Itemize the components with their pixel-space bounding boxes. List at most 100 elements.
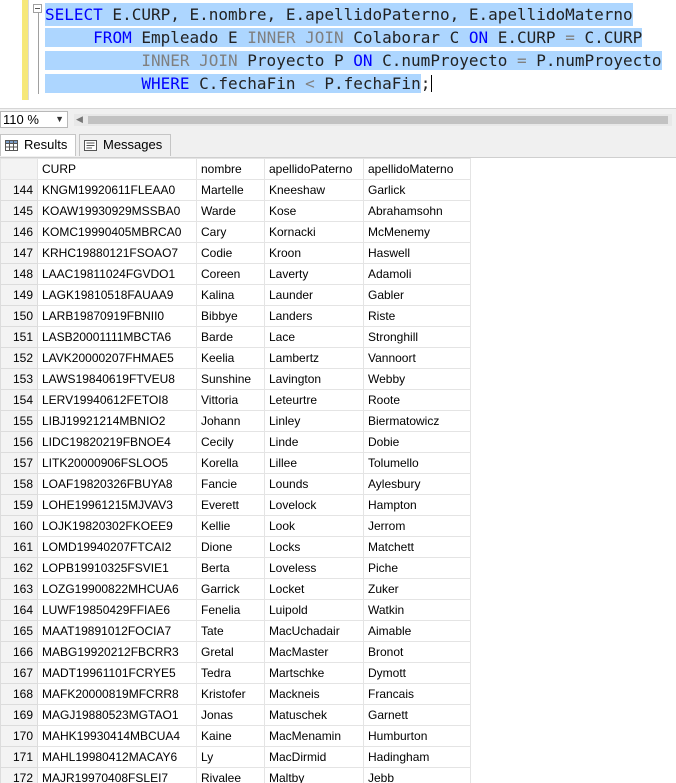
cell-curp[interactable]: LOHE19961215MJVAV3 <box>37 494 197 516</box>
cell-apellido-materno[interactable]: McMenemy <box>363 221 471 243</box>
scrollbar-thumb[interactable] <box>88 116 668 124</box>
cell-nombre[interactable]: Fenelia <box>196 599 265 621</box>
cell-curp[interactable]: MADT19961101FCRYE5 <box>37 662 197 684</box>
cell-apellido-paterno[interactable]: Mackneis <box>264 683 364 705</box>
cell-apellido-paterno[interactable]: Matuschek <box>264 704 364 726</box>
table-row[interactable]: 156 LIDC19820219FBNOE4 Cecily Linde Dobie <box>0 431 471 453</box>
cell-apellido-paterno[interactable]: Kneeshaw <box>264 179 364 201</box>
cell-nombre[interactable]: Johann <box>196 410 265 432</box>
table-row[interactable]: 144 KNGM19920611FLEAA0 Martelle Kneeshaw Gar… <box>0 179 471 201</box>
cell-nombre[interactable]: Cecily <box>196 431 265 453</box>
row-number[interactable]: 164 <box>0 599 38 621</box>
table-row[interactable]: 160 LOJK19820302FKOEE9 Kellie Look Jerrom <box>0 515 471 537</box>
cell-apellido-materno[interactable]: Aylesbury <box>363 473 471 495</box>
cell-apellido-paterno[interactable]: Kroon <box>264 242 364 264</box>
row-number[interactable]: 154 <box>0 389 38 411</box>
sql-line-3[interactable]: INNER JOIN Proyecto P ON C.numProyecto =… <box>45 49 662 72</box>
cell-curp[interactable]: LASB20001111MBCTA6 <box>37 326 197 348</box>
cell-curp[interactable]: LIDC19820219FBNOE4 <box>37 431 197 453</box>
cell-nombre[interactable]: Berta <box>196 557 265 579</box>
cell-apellido-materno[interactable]: Garnett <box>363 704 471 726</box>
cell-curp[interactable]: MAJR19970408FSLEI7 <box>37 767 197 783</box>
table-row[interactable]: 172 MAJR19970408FSLEI7 Rivalee Maltby Jebb <box>0 767 471 783</box>
row-number[interactable]: 171 <box>0 746 38 768</box>
cell-curp[interactable]: LOMD19940207FTCAI2 <box>37 536 197 558</box>
chevron-down-icon[interactable]: ▼ <box>55 112 64 127</box>
table-row[interactable]: 153 LAWS19840619FTVEU8 Sunshine Lavington We… <box>0 368 471 390</box>
table-row[interactable]: 150 LARB19870919FBNII0 Bibbye Landers Riste <box>0 305 471 327</box>
row-number[interactable]: 168 <box>0 683 38 705</box>
row-number[interactable]: 159 <box>0 494 38 516</box>
table-row[interactable]: 159 LOHE19961215MJVAV3 Everett Lovelock Hamp… <box>0 494 471 516</box>
table-row[interactable]: 154 LERV19940612FETOI8 Vittoria Leteurtre Ro… <box>0 389 471 411</box>
cell-nombre[interactable]: Cary <box>196 221 265 243</box>
table-row[interactable]: 171 MAHL19980412MACAY6 Ly MacDirmid Hadingha… <box>0 746 471 768</box>
row-number[interactable]: 152 <box>0 347 38 369</box>
cell-apellido-paterno[interactable]: Lovelock <box>264 494 364 516</box>
row-header-corner[interactable] <box>0 158 38 180</box>
row-number[interactable]: 151 <box>0 326 38 348</box>
table-row[interactable]: 165 MAAT19891012FOCIA7 Tate MacUchadair Aima… <box>0 620 471 642</box>
cell-apellido-paterno[interactable]: Landers <box>264 305 364 327</box>
zoom-dropdown[interactable]: 110 % ▼ <box>0 111 68 128</box>
cell-apellido-paterno[interactable]: MacMaster <box>264 641 364 663</box>
cell-apellido-paterno[interactable]: Maltby <box>264 767 364 783</box>
cell-nombre[interactable]: Tedra <box>196 662 265 684</box>
cell-nombre[interactable]: Ly <box>196 746 265 768</box>
row-number[interactable]: 150 <box>0 305 38 327</box>
cell-nombre[interactable]: Kalina <box>196 284 265 306</box>
cell-apellido-materno[interactable]: Zuker <box>363 578 471 600</box>
cell-curp[interactable]: MAHK19930414MBCUA4 <box>37 725 197 747</box>
cell-curp[interactable]: LARB19870919FBNII0 <box>37 305 197 327</box>
table-row[interactable]: 152 LAVK20000207FHMAE5 Keelia Lambertz Vanno… <box>0 347 471 369</box>
cell-curp[interactable]: MAFK20000819MFCRR8 <box>37 683 197 705</box>
cell-apellido-paterno[interactable]: Lambertz <box>264 347 364 369</box>
cell-nombre[interactable]: Tate <box>196 620 265 642</box>
cell-apellido-materno[interactable]: Watkin <box>363 599 471 621</box>
cell-apellido-materno[interactable]: Dymott <box>363 662 471 684</box>
cell-curp[interactable]: KOMC19990405MBRCA0 <box>37 221 197 243</box>
table-row[interactable]: 166 MABG19920212FBCRR3 Gretal MacMaster Bron… <box>0 641 471 663</box>
row-number[interactable]: 156 <box>0 431 38 453</box>
row-number[interactable]: 155 <box>0 410 38 432</box>
table-row[interactable]: 151 LASB20001111MBCTA6 Barde Lace Stronghill <box>0 326 471 348</box>
cell-apellido-paterno[interactable]: Leteurtre <box>264 389 364 411</box>
table-row[interactable]: 145 KOAW19930929MSSBA0 Warde Kose Abrahamsoh… <box>0 200 471 222</box>
cell-apellido-paterno[interactable]: Locks <box>264 536 364 558</box>
cell-curp[interactable]: MAGJ19880523MGTAO1 <box>37 704 197 726</box>
cell-apellido-materno[interactable]: Biermatowicz <box>363 410 471 432</box>
cell-apellido-materno[interactable]: Vannoort <box>363 347 471 369</box>
sql-line-1[interactable]: SELECT E.CURP, E.nombre, E.apellidoPater… <box>45 3 633 26</box>
column-header-curp[interactable]: CURP <box>37 158 197 180</box>
table-row[interactable]: 157 LITK20000906FSLOO5 Korella Lillee Tolume… <box>0 452 471 474</box>
cell-apellido-materno[interactable]: Matchett <box>363 536 471 558</box>
cell-curp[interactable]: LAVK20000207FHMAE5 <box>37 347 197 369</box>
cell-nombre[interactable]: Bibbye <box>196 305 265 327</box>
cell-apellido-materno[interactable]: Garlick <box>363 179 471 201</box>
sql-line-2[interactable]: FROM Empleado E INNER JOIN Colaborar C O… <box>45 26 643 49</box>
cell-apellido-materno[interactable]: Dobie <box>363 431 471 453</box>
cell-apellido-materno[interactable]: Hadingham <box>363 746 471 768</box>
cell-nombre[interactable]: Martelle <box>196 179 265 201</box>
cell-apellido-materno[interactable]: Piche <box>363 557 471 579</box>
table-row[interactable]: 170 MAHK19930414MBCUA4 Kaine MacMenamin Humb… <box>0 725 471 747</box>
cell-apellido-paterno[interactable]: Kornacki <box>264 221 364 243</box>
table-row[interactable]: 155 LIBJ19921214MBNIO2 Johann Linley Biermat… <box>0 410 471 432</box>
row-number[interactable]: 144 <box>0 179 38 201</box>
cell-curp[interactable]: LERV19940612FETOI8 <box>37 389 197 411</box>
cell-apellido-paterno[interactable]: Kose <box>264 200 364 222</box>
cell-apellido-materno[interactable]: Jebb <box>363 767 471 783</box>
cell-apellido-materno[interactable]: Roote <box>363 389 471 411</box>
cell-curp[interactable]: KOAW19930929MSSBA0 <box>37 200 197 222</box>
cell-apellido-materno[interactable]: Riste <box>363 305 471 327</box>
table-row[interactable]: 149 LAGK19810518FAUAA9 Kalina Launder Gabler <box>0 284 471 306</box>
cell-nombre[interactable]: Codie <box>196 242 265 264</box>
cell-curp[interactable]: MABG19920212FBCRR3 <box>37 641 197 663</box>
cell-apellido-materno[interactable]: Humburton <box>363 725 471 747</box>
cell-apellido-paterno[interactable]: Look <box>264 515 364 537</box>
cell-nombre[interactable]: Keelia <box>196 347 265 369</box>
row-number[interactable]: 153 <box>0 368 38 390</box>
cell-apellido-materno[interactable]: Jerrom <box>363 515 471 537</box>
cell-curp[interactable]: LAAC19811024FGVDO1 <box>37 263 197 285</box>
cell-nombre[interactable]: Everett <box>196 494 265 516</box>
